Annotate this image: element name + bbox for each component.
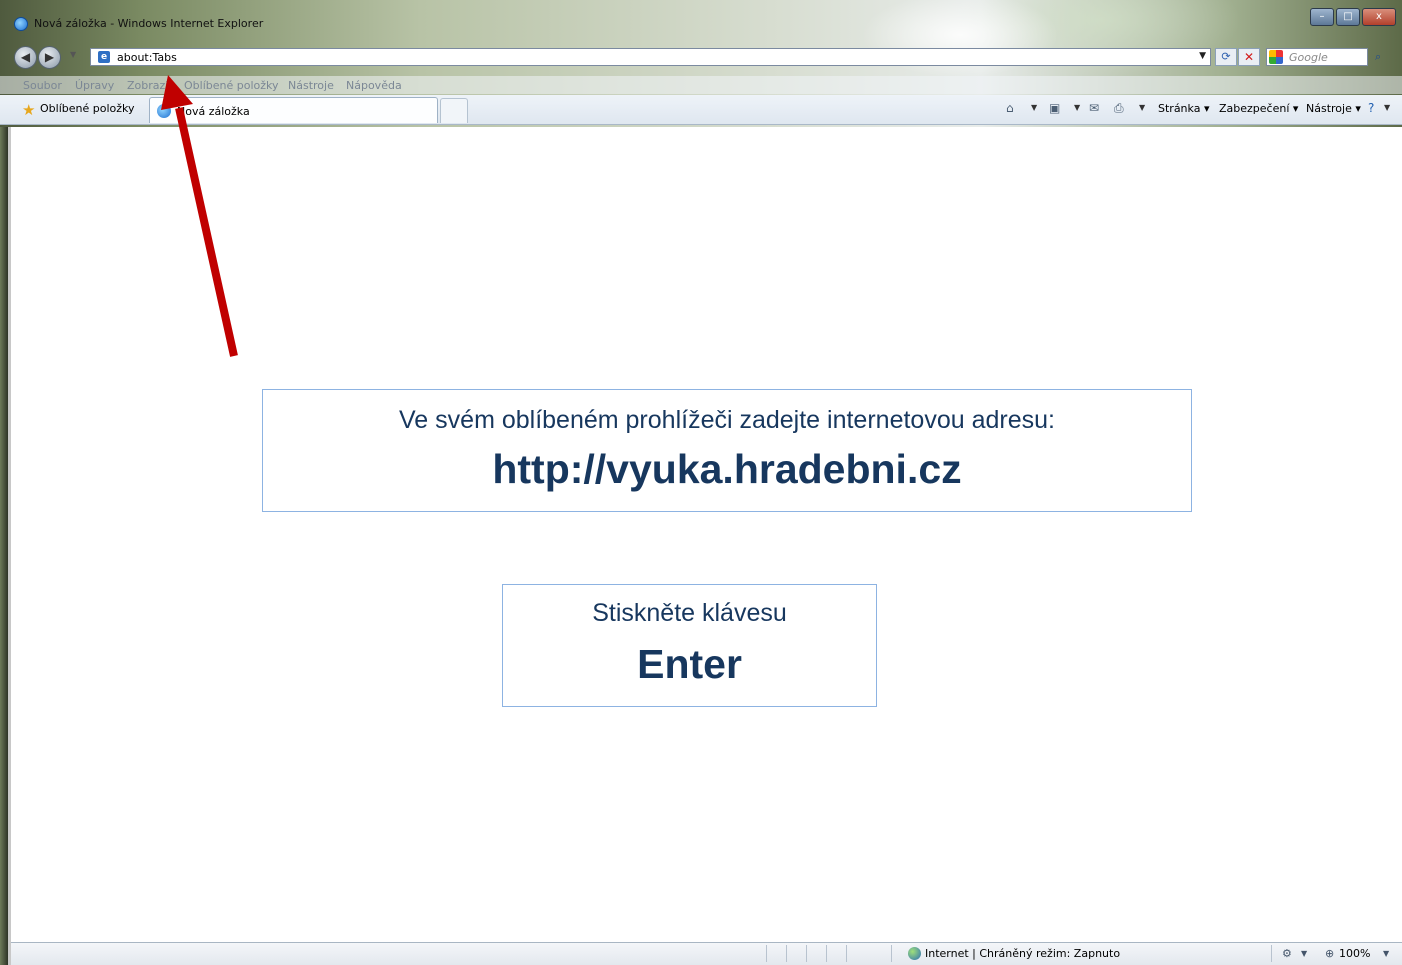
address-highlight: http://vyuka.hradebni.cz: [492, 446, 962, 492]
print-dropdown-icon[interactable]: ▼: [1139, 103, 1145, 112]
menu-item-edit[interactable]: Úpravy: [75, 79, 114, 92]
home-dropdown-icon[interactable]: ▼: [1031, 103, 1037, 112]
search-box[interactable]: Google: [1266, 48, 1368, 66]
protected-mode-icon[interactable]: ⚙: [1282, 947, 1292, 960]
zoom-level[interactable]: 100%: [1339, 947, 1370, 960]
status-divider: [891, 945, 892, 962]
address-dropdown-icon[interactable]: ▼: [1199, 51, 1206, 61]
address-bar[interactable]: e about:Tabs ▼: [90, 48, 1211, 66]
protected-mode-dropdown-icon[interactable]: ▼: [1301, 949, 1307, 958]
close-button[interactable]: x: [1362, 8, 1396, 26]
zoom-icon[interactable]: ⊕: [1325, 947, 1334, 960]
window-title: Nová záložka - Windows Internet Explorer: [34, 17, 264, 30]
page-content: [11, 127, 1402, 942]
tab-row: ★ Oblíbené položky Nová záložka ⌂ ▼ ▣ ▼ …: [0, 95, 1402, 125]
search-icon[interactable]: ⌕: [1375, 50, 1381, 64]
help-dropdown-icon[interactable]: ▼: [1384, 103, 1390, 112]
status-divider: [806, 945, 807, 962]
key-name: Enter: [637, 641, 742, 687]
home-icon[interactable]: ⌂: [1006, 101, 1014, 115]
tools-menu-button[interactable]: Nástroje ▾: [1306, 102, 1361, 115]
ie-logo-icon: [157, 104, 171, 118]
recent-pages-dropdown-icon[interactable]: ▼: [70, 50, 76, 59]
key-instruction-box: Stiskněte klávesu Enter: [502, 584, 877, 707]
refresh-button[interactable]: ⟳: [1215, 48, 1237, 66]
mail-icon[interactable]: ✉: [1089, 101, 1099, 115]
title-bar: Nová záložka - Windows Internet Explorer…: [0, 0, 1402, 36]
search-input[interactable]: Google: [1289, 51, 1328, 64]
internet-zone-icon: [908, 947, 921, 960]
page-menu-button[interactable]: Stránka ▾: [1158, 102, 1209, 115]
address-row: ◀ ▶ ▼ e about:Tabs ▼ ⟳ ✕ Google ⌕: [0, 44, 1402, 70]
menu-item-file[interactable]: Soubor: [23, 79, 62, 92]
status-divider: [826, 945, 827, 962]
new-tab-button[interactable]: [440, 98, 468, 123]
stop-button[interactable]: ✕: [1238, 48, 1260, 66]
refresh-icon: ⟳: [1221, 50, 1231, 63]
menu-item-view[interactable]: Zobrazit: [127, 79, 173, 92]
zoom-dropdown-icon[interactable]: ▼: [1383, 949, 1389, 958]
instruction-box: Ve svém oblíbeném prohlížeči zadejte int…: [262, 389, 1192, 512]
google-icon: [1269, 50, 1283, 64]
status-bar: Internet | Chráněný režim: Zapnuto ⚙ ▼ ⊕…: [11, 942, 1402, 965]
back-button[interactable]: ◀: [14, 46, 37, 69]
forward-button[interactable]: ▶: [38, 46, 61, 69]
status-divider: [766, 945, 767, 962]
tab-new-tab[interactable]: Nová záložka: [149, 97, 438, 123]
security-zone-text[interactable]: Internet | Chráněný režim: Zapnuto: [925, 947, 1120, 960]
page-icon: e: [98, 51, 110, 63]
window-frame-left: [0, 127, 8, 965]
status-divider: [1271, 945, 1272, 962]
arrow-left-icon: ◀: [20, 50, 31, 64]
status-divider: [846, 945, 847, 962]
arrow-right-icon: ▶: [44, 50, 55, 64]
tab-label: Nová záložka: [177, 105, 250, 118]
press-key-text: Stiskněte klávesu: [592, 599, 787, 627]
instruction-text: Ve svém oblíbeném prohlížeči zadejte int…: [399, 406, 1055, 434]
security-menu-button[interactable]: Zabezpečení ▾: [1219, 102, 1298, 115]
ie-logo-icon: [14, 17, 28, 31]
feed-dropdown-icon[interactable]: ▼: [1074, 103, 1080, 112]
rss-feed-icon[interactable]: ▣: [1049, 101, 1060, 115]
minimize-button[interactable]: –: [1310, 8, 1334, 26]
status-divider: [786, 945, 787, 962]
favorites-star-icon[interactable]: ★: [22, 103, 35, 118]
window-controls: – □ x: [1310, 8, 1396, 26]
stop-icon: ✕: [1243, 50, 1255, 64]
menu-item-tools[interactable]: Nástroje: [288, 79, 334, 92]
print-icon[interactable]: ⎙: [1114, 101, 1124, 115]
address-input[interactable]: about:Tabs: [117, 51, 177, 64]
maximize-button[interactable]: □: [1336, 8, 1360, 26]
help-icon[interactable]: ?: [1368, 101, 1374, 115]
menu-item-help[interactable]: Nápověda: [346, 79, 402, 92]
menu-item-favorites[interactable]: Oblíbené položky: [184, 79, 279, 92]
menu-bar: Soubor Úpravy Zobrazit Oblíbené položky …: [0, 76, 1402, 94]
favorites-button[interactable]: Oblíbené položky: [40, 102, 135, 115]
